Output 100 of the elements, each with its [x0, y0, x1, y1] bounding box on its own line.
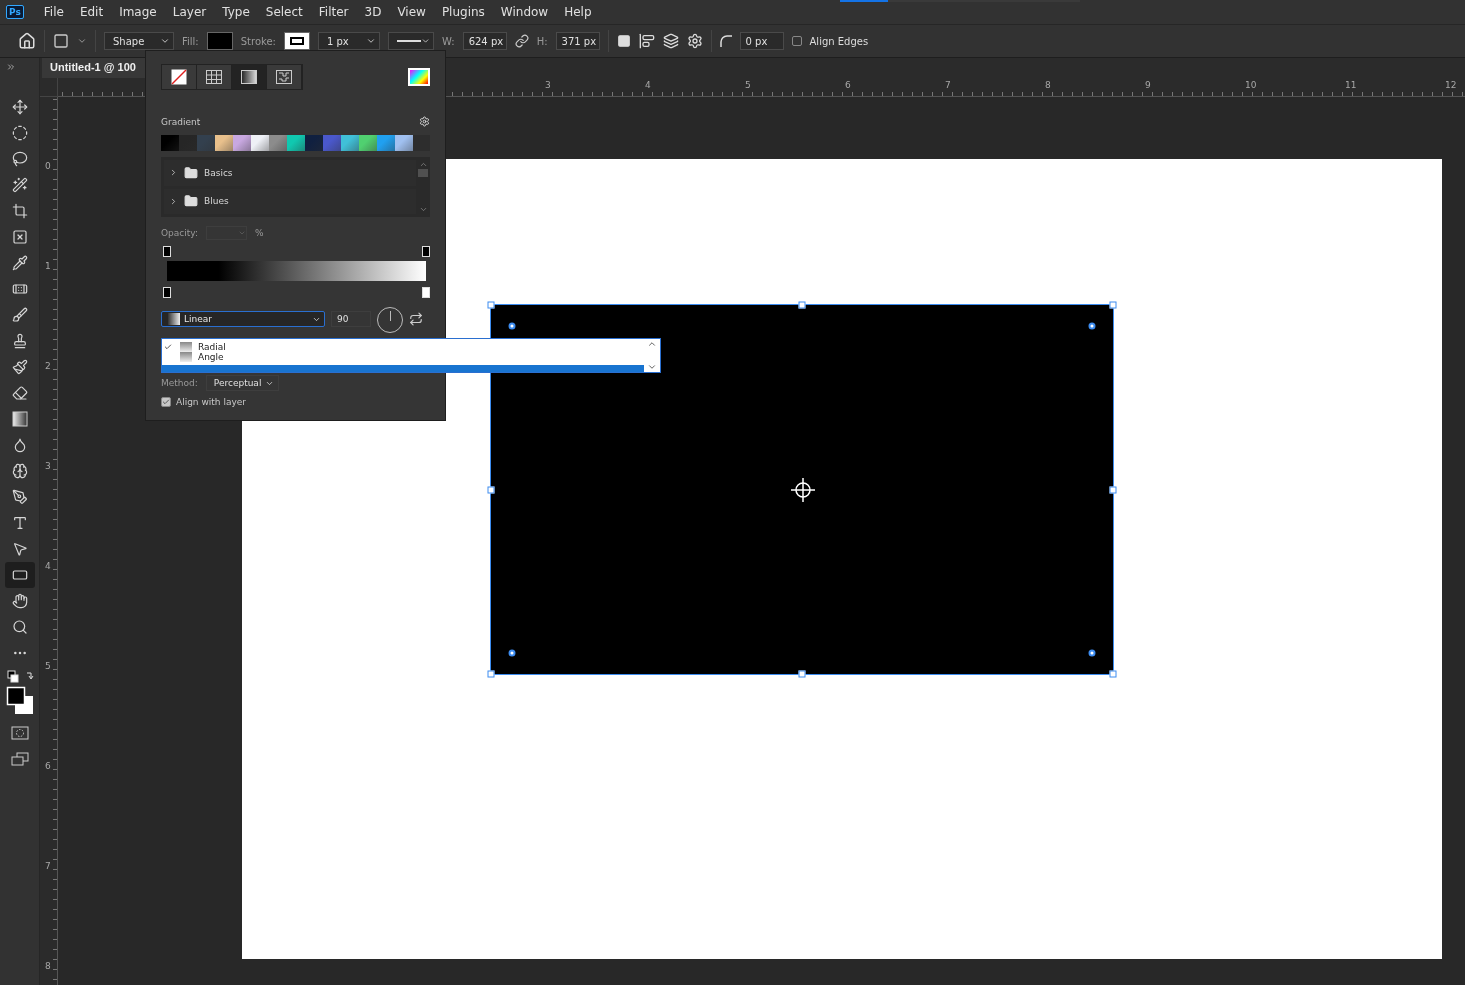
align-with-layer-checkbox[interactable]	[161, 397, 171, 407]
menu-item[interactable]: Edit	[71, 5, 112, 19]
home-icon[interactable]	[18, 32, 36, 50]
stroke-swatch[interactable]	[283, 32, 310, 50]
scrollbar-thumb[interactable]	[418, 169, 428, 177]
menu-item[interactable]: Help	[556, 5, 600, 19]
menu-item[interactable]: Plugins	[433, 5, 493, 19]
corner-radius-field[interactable]: 0 px	[739, 32, 784, 50]
gradient-swatch[interactable]	[305, 135, 323, 151]
scroll-down-icon[interactable]	[418, 205, 428, 214]
width-field[interactable]: 624 px	[462, 32, 507, 50]
fill-type-button[interactable]	[162, 65, 197, 89]
rectangle-shape-icon[interactable]	[53, 33, 69, 49]
gradient-swatch[interactable]	[359, 135, 377, 151]
list-option[interactable]: Radial	[162, 342, 644, 352]
menu-item[interactable]: View	[389, 5, 434, 19]
corner-radius-handle[interactable]	[1088, 649, 1096, 657]
gradient-swatch[interactable]	[251, 135, 269, 151]
gradient-swatch[interactable]	[377, 135, 395, 151]
corner-radius-handle[interactable]	[508, 322, 516, 330]
opacity-stop[interactable]	[163, 246, 171, 257]
transform-handle[interactable]	[487, 301, 495, 309]
chevron-right-icon[interactable]	[169, 196, 178, 206]
document-tab[interactable]: Untitled-1 @ 100	[42, 58, 145, 78]
path-arrangement-icon[interactable]	[662, 33, 679, 49]
opacity-label: Opacity:	[161, 228, 198, 238]
chevron-right-icon[interactable]	[169, 168, 178, 178]
scroll-up-icon[interactable]	[647, 339, 657, 349]
settings-icon[interactable]	[419, 116, 430, 127]
gradient-swatch[interactable]	[161, 135, 179, 151]
path-alignment-icon[interactable]	[638, 33, 655, 49]
gradient-swatch[interactable]	[197, 135, 215, 151]
fill-type-button[interactable]	[267, 65, 302, 89]
transform-handle[interactable]	[487, 670, 495, 678]
transform-handle[interactable]	[798, 670, 806, 678]
angle-field[interactable]: 90	[331, 311, 371, 327]
caret-icon[interactable]	[77, 36, 87, 46]
stroke-style-dropdown[interactable]	[387, 32, 434, 50]
expand-icon[interactable]	[6, 62, 16, 72]
menu-item[interactable]: Filter	[310, 5, 357, 19]
list-option[interactable]: Angle	[162, 352, 644, 362]
menu-item[interactable]: 3D	[356, 5, 390, 19]
method-dropdown[interactable]: Perceptual	[205, 375, 280, 391]
menu-item[interactable]: Select	[257, 5, 311, 19]
ruler-label: 8	[1045, 80, 1051, 90]
menu-item[interactable]: Image	[111, 5, 165, 19]
path-operations-icon[interactable]	[616, 34, 631, 48]
align-with-layer-label: Align with layer	[176, 397, 246, 407]
tool-mode-dropdown[interactable]: Shape	[104, 32, 174, 50]
quick-mask-icon[interactable]	[10, 726, 29, 740]
gradient-bar[interactable]	[167, 261, 426, 281]
height-label: H:	[536, 35, 548, 47]
color-stop[interactable]	[422, 287, 430, 298]
scroll-down-icon[interactable]	[647, 362, 657, 372]
gradient-swatch[interactable]	[395, 135, 413, 151]
align-edges-checkbox[interactable]	[791, 36, 802, 46]
fill-type-button[interactable]	[197, 65, 232, 89]
transform-handle[interactable]	[1109, 301, 1117, 309]
solid-line-icon	[396, 40, 421, 42]
rectangle-shape[interactable]	[490, 304, 1114, 675]
gradient-swatch[interactable]	[233, 135, 251, 151]
tool-button[interactable]	[4, 562, 35, 588]
menu-item[interactable]: File	[35, 5, 72, 19]
transform-handle[interactable]	[1109, 486, 1117, 493]
link-icon[interactable]	[514, 34, 529, 48]
fill-type-button[interactable]	[232, 65, 267, 89]
width-label: W:	[441, 35, 455, 47]
gradient-swatch[interactable]	[287, 135, 305, 151]
color-stop[interactable]	[163, 287, 171, 298]
menu-item[interactable]: Window	[492, 5, 557, 19]
transform-handle[interactable]	[798, 301, 806, 309]
ruler-label: 5	[45, 661, 51, 671]
transform-handle[interactable]	[487, 486, 495, 493]
fill-label: Fill:	[182, 35, 199, 47]
magic-wand-tool-icon	[11, 177, 28, 193]
reverse-icon[interactable]	[409, 312, 423, 326]
menu-item[interactable]: Type	[214, 5, 258, 19]
corner-radius-handle[interactable]	[508, 649, 516, 657]
gradient-style-dropdown[interactable]: Linear	[161, 311, 325, 327]
opacity-stop[interactable]	[422, 246, 430, 257]
transform-handle[interactable]	[1109, 670, 1117, 678]
scroll-up-icon[interactable]	[418, 160, 428, 169]
stroke-width-dropdown[interactable]: 1 px	[317, 32, 380, 50]
screen-mode-icon[interactable]	[10, 752, 29, 766]
corner-radius-handle[interactable]	[1088, 322, 1096, 330]
fill-swatch[interactable]	[206, 32, 233, 50]
gradient-swatch[interactable]	[341, 135, 359, 151]
settings-icon[interactable]	[686, 33, 703, 49]
gradient-swatch[interactable]	[323, 135, 341, 151]
gradient-swatch[interactable]	[269, 135, 287, 151]
gradient-swatch[interactable]	[179, 135, 197, 151]
pattern-icon	[276, 70, 292, 84]
swap-colors-icon[interactable]	[4, 670, 35, 684]
scrollbar[interactable]	[416, 160, 430, 214]
gradient-swatch[interactable]	[215, 135, 233, 151]
app-logo[interactable]: Ps	[6, 5, 24, 19]
menu-item[interactable]: Layer	[164, 5, 215, 19]
height-field[interactable]: 371 px	[555, 32, 600, 50]
check-icon	[164, 343, 172, 351]
color-picker-button[interactable]	[408, 68, 430, 86]
